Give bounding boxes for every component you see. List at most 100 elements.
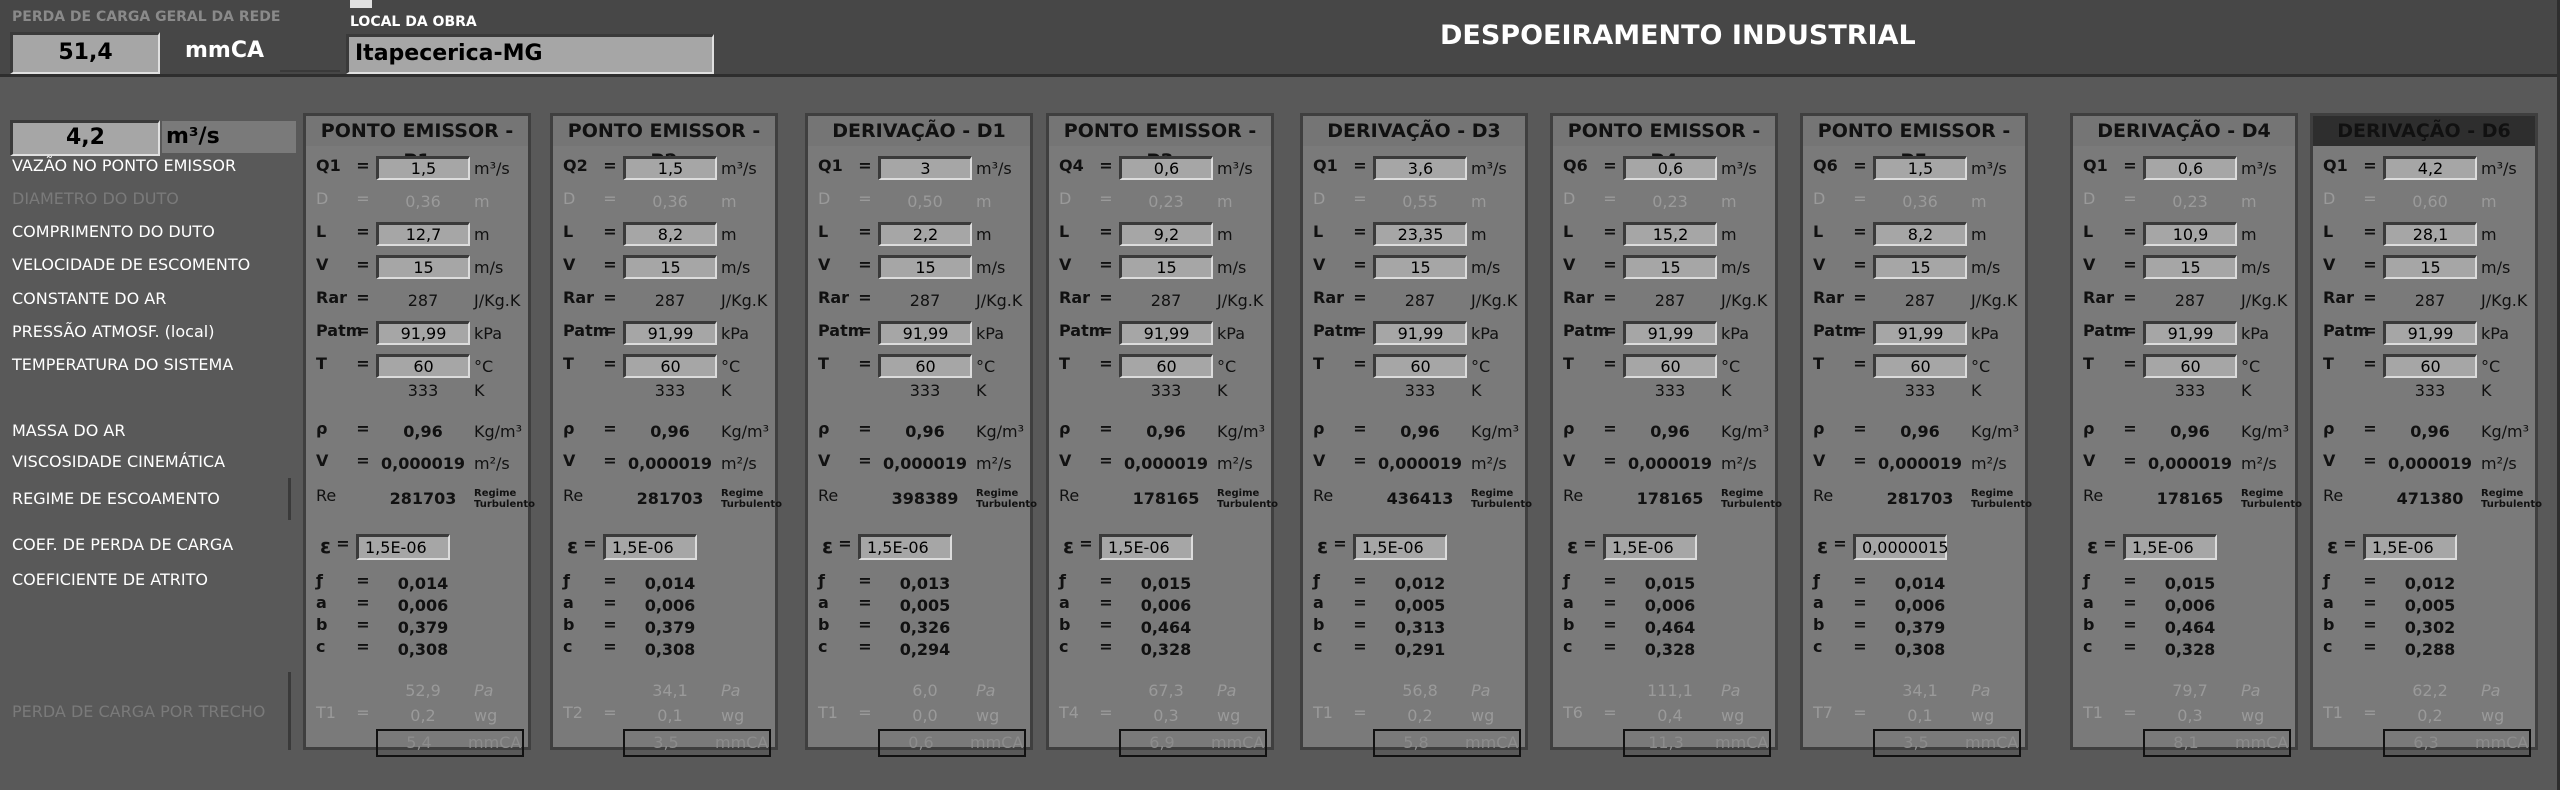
row-unit: wg <box>1971 706 1995 725</box>
velocidade-input[interactable]: 15 <box>376 255 470 279</box>
vazao-input[interactable]: 0,6 <box>1119 156 1213 180</box>
velocidade-input[interactable]: 15 <box>1373 255 1467 279</box>
eps-input[interactable]: 1,5E-06 <box>2363 534 2457 560</box>
temperatura-input[interactable]: 60 <box>1119 354 1213 378</box>
vazao-input[interactable]: 1,5 <box>623 156 717 180</box>
comprimento-input[interactable]: 15,2 <box>1623 222 1717 246</box>
eps-input[interactable]: 1,5E-06 <box>356 534 450 560</box>
row-equals: = <box>1853 419 1867 438</box>
diametro-value: 0,60 <box>2412 192 2448 211</box>
row-pressao: Patm = 91,99 kPa <box>553 321 775 347</box>
row-unit: J/Kg.K <box>721 291 768 310</box>
pressao-input[interactable]: 91,99 <box>1873 321 1967 345</box>
row-pa: 6,0 Pa <box>808 678 1030 704</box>
reynolds-value: 281703 <box>389 489 457 508</box>
row-trecho: T4 = 0,3 wg <box>1049 703 1271 729</box>
reynolds-value: 436413 <box>1386 489 1454 508</box>
row-symbol: ρ <box>818 419 830 438</box>
pressao-input[interactable]: 91,99 <box>2383 321 2477 345</box>
eps-input[interactable]: 0,0000015 <box>1853 534 1949 560</box>
row-equals: = <box>1583 534 1597 553</box>
temperatura-input[interactable]: 60 <box>2143 354 2237 378</box>
perda-geral-value[interactable]: 51,4 <box>10 32 160 74</box>
eps-input[interactable]: 1,5E-06 <box>1353 534 1447 560</box>
kelvin-value: 333 <box>1404 381 1436 400</box>
massa-value: 0,96 <box>2410 422 2450 441</box>
row-equals: = <box>603 703 617 722</box>
temperatura-input[interactable]: 60 <box>2383 354 2477 378</box>
row-symbol: T1 <box>1313 703 1333 722</box>
row-constante: Rar = 287 J/Kg.K <box>1803 288 2025 314</box>
velocidade-input[interactable]: 15 <box>1623 255 1717 279</box>
velocidade-input[interactable]: 15 <box>1873 255 1967 279</box>
pressao-input[interactable]: 91,99 <box>1119 321 1213 345</box>
eps-input[interactable]: 1,5E-06 <box>1603 534 1697 560</box>
column-title: DERIVAÇÃO - D4 <box>2073 116 2295 146</box>
vazao-input[interactable]: 0,6 <box>1623 156 1717 180</box>
row-pressao: Patm = 91,99 kPa <box>1049 321 1271 347</box>
row-equals: = <box>356 156 370 175</box>
temperatura-input[interactable]: 60 <box>1873 354 1967 378</box>
temperatura-input[interactable]: 60 <box>623 354 717 378</box>
velocidade-input[interactable]: 15 <box>2383 255 2477 279</box>
pressao-input[interactable]: 91,99 <box>376 321 470 345</box>
eps-input[interactable]: 1,5E-06 <box>1099 534 1193 560</box>
column-panel: DERIVAÇÃO - D3 Q1 = 3,6 m³/s D = 0,55 m L = 23,35 m V… <box>1300 113 1532 757</box>
comprimento-input[interactable]: 2,2 <box>878 222 972 246</box>
viscosidade-value: 0,000019 <box>882 454 967 473</box>
pressao-input[interactable]: 91,99 <box>878 321 972 345</box>
temperatura-input[interactable]: 60 <box>1373 354 1467 378</box>
vazao-input[interactable]: 3,6 <box>1373 156 1467 180</box>
comprimento-input[interactable]: 8,2 <box>623 222 717 246</box>
vazao-input[interactable]: 3 <box>878 156 972 180</box>
flow-value[interactable]: 4,2 <box>10 120 160 156</box>
velocidade-input[interactable]: 15 <box>2143 255 2237 279</box>
row-equals: = <box>1353 222 1367 241</box>
row-equals: = <box>583 534 597 553</box>
temperatura-input[interactable]: 60 <box>376 354 470 378</box>
comprimento-input[interactable]: 8,2 <box>1873 222 1967 246</box>
comprimento-input[interactable]: 12,7 <box>376 222 470 246</box>
row-equals: = <box>1099 637 1113 656</box>
velocidade-input[interactable]: 15 <box>1119 255 1213 279</box>
constante-value: 287 <box>654 291 686 310</box>
c-value: 0,291 <box>1394 640 1446 659</box>
pressao-input[interactable]: 91,99 <box>2143 321 2237 345</box>
row-symbol: T7 <box>1813 703 1833 722</box>
eps-input[interactable]: 1,5E-06 <box>2123 534 2217 560</box>
temperatura-input[interactable]: 60 <box>1623 354 1717 378</box>
row-symbol: c <box>1313 637 1323 656</box>
row-equals: = <box>356 189 370 208</box>
row-symbol: c <box>2083 637 2093 656</box>
label-vazao: VAZÃO NO PONTO EMISSOR <box>12 156 237 175</box>
row-equals: = <box>858 156 872 175</box>
row-comprimento: L = 28,1 m <box>2313 222 2535 248</box>
comprimento-input[interactable]: 23,35 <box>1373 222 1467 246</box>
wg-value: 0,3 <box>1153 706 1179 725</box>
velocidade-input[interactable]: 15 <box>623 255 717 279</box>
constante-value: 287 <box>1654 291 1686 310</box>
eps-input[interactable]: 1,5E-06 <box>603 534 697 560</box>
row-equals: = <box>603 419 617 438</box>
row-equals: = <box>1603 255 1617 274</box>
pressao-input[interactable]: 91,99 <box>1623 321 1717 345</box>
pressao-input[interactable]: 91,99 <box>1373 321 1467 345</box>
local-value[interactable]: Itapecerica-MG <box>346 34 714 74</box>
vazao-input[interactable]: 1,5 <box>1873 156 1967 180</box>
row-symbol: D <box>1813 189 1826 208</box>
vazao-input[interactable]: 4,2 <box>2383 156 2477 180</box>
row-symbol: Q1 <box>818 156 843 175</box>
eps-input[interactable]: 1,5E-06 <box>858 534 952 560</box>
comprimento-input[interactable]: 10,9 <box>2143 222 2237 246</box>
velocidade-input[interactable]: 15 <box>878 255 972 279</box>
temperatura-input[interactable]: 60 <box>878 354 972 378</box>
vazao-input[interactable]: 1,5 <box>376 156 470 180</box>
comprimento-input[interactable]: 28,1 <box>2383 222 2477 246</box>
row-symbol: c <box>316 637 326 656</box>
comprimento-input[interactable]: 9,2 <box>1119 222 1213 246</box>
row-unit: wg <box>1217 706 1241 725</box>
vazao-input[interactable]: 0,6 <box>2143 156 2237 180</box>
pressao-input[interactable]: 91,99 <box>623 321 717 345</box>
row-c: c = 0,308 <box>1803 637 2025 663</box>
diametro-value: 0,23 <box>1148 192 1184 211</box>
